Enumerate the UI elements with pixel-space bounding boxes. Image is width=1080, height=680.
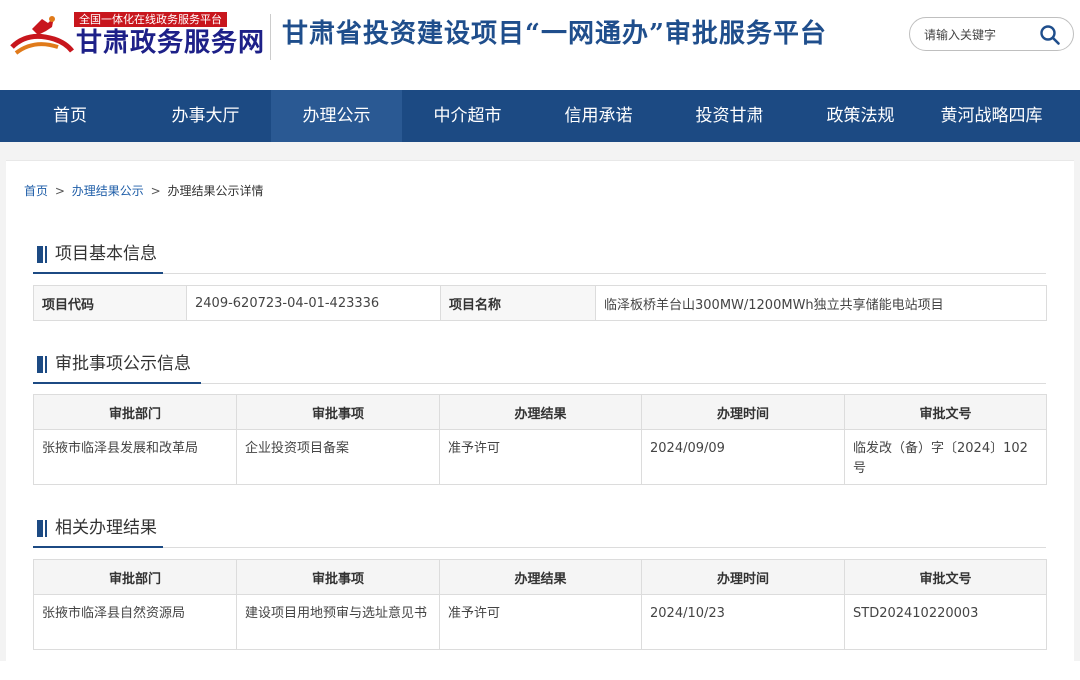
column-header: 审批部门	[33, 559, 237, 595]
section-marker-icon	[45, 356, 47, 373]
project-name-value: 临泽板桥羊台山300MW/1200MWh独立共享储能电站项目	[595, 285, 1047, 321]
table-header-row: 审批部门 审批事项 办理结果 办理时间 审批文号	[33, 394, 1047, 430]
section-underline	[33, 546, 163, 548]
column-header: 办理结果	[439, 394, 642, 430]
table-row: 张掖市临泽县自然资源局 建设项目用地预审与选址意见书 准予许可 2024/10/…	[33, 594, 1047, 650]
logo-name[interactable]: 甘肃政务服务网	[76, 28, 265, 58]
column-header: 审批事项	[236, 559, 440, 595]
section-title-text: 相关办理结果	[55, 518, 157, 538]
project-name-label: 项目名称	[440, 285, 596, 321]
column-header: 审批部门	[33, 394, 237, 430]
column-header: 审批事项	[236, 394, 440, 430]
cell-result: 准予许可	[439, 429, 642, 485]
breadcrumb-separator: >	[54, 184, 65, 198]
cell-doc-number: 临发改（备）字〔2024〕102号	[844, 429, 1047, 485]
section-title-related: 相关办理结果	[33, 516, 157, 548]
section-title-text: 项目基本信息	[55, 244, 157, 264]
nav-item-agency-market[interactable]: 中介超市	[402, 90, 533, 142]
nav-item-yellow-river[interactable]: 黄河战略四库	[926, 90, 1057, 142]
search-box	[909, 17, 1074, 51]
cell-item: 建设项目用地预审与选址意见书	[236, 594, 440, 650]
section-marker-icon	[37, 520, 43, 537]
section-marker-icon	[45, 520, 47, 537]
column-header: 办理时间	[641, 394, 845, 430]
table-header-row: 审批部门 审批事项 办理结果 办理时间 审批文号	[33, 559, 1047, 595]
approval-table: 审批部门 审批事项 办理结果 办理时间 审批文号 张掖市临泽县发展和改革局 企业…	[33, 394, 1047, 485]
gansu-logo-icon[interactable]	[8, 9, 76, 61]
project-info-table: 项目代码 2409-620723-04-01-423336 项目名称 临泽板桥羊…	[33, 285, 1047, 321]
section-divider	[33, 273, 1046, 274]
section-underline	[33, 382, 201, 384]
related-results-table: 审批部门 审批事项 办理结果 办理时间 审批文号 张掖市临泽县自然资源局 建设项…	[33, 559, 1047, 650]
logo-badge: 全国一体化在线政务服务平台	[74, 12, 227, 27]
section-marker-icon	[37, 356, 43, 373]
cell-time: 2024/09/09	[641, 429, 845, 485]
project-code-value: 2409-620723-04-01-423336	[186, 285, 441, 321]
breadcrumb-home[interactable]: 首页	[24, 184, 48, 198]
nav-item-publicity[interactable]: 办理公示	[271, 90, 402, 142]
section-divider	[33, 547, 1046, 548]
section-title-basic: 项目基本信息	[33, 242, 157, 274]
main-nav: 首页 办事大厅 办理公示 中介超市 信用承诺 投资甘肃 政策法规 黄河战略四库	[0, 90, 1080, 142]
nav-item-credit[interactable]: 信用承诺	[533, 90, 664, 142]
page-background	[0, 142, 1080, 160]
nav-item-service-hall[interactable]: 办事大厅	[140, 90, 271, 142]
column-header: 办理结果	[439, 559, 642, 595]
breadcrumb-result-list[interactable]: 办理结果公示	[72, 184, 144, 198]
table-row: 张掖市临泽县发展和改革局 企业投资项目备案 准予许可 2024/09/09 临发…	[33, 429, 1047, 485]
cell-time: 2024/10/23	[641, 594, 845, 650]
search-icon[interactable]	[1038, 23, 1062, 47]
section-marker-icon	[37, 246, 43, 263]
section-title-text: 审批事项公示信息	[55, 354, 191, 374]
section-underline	[33, 272, 163, 274]
site-header: 全国一体化在线政务服务平台 甘肃政务服务网 甘肃省投资建设项目“一网通办”审批服…	[0, 0, 1080, 90]
breadcrumb: 首页 > 办理结果公示 > 办理结果公示详情	[24, 182, 263, 199]
header-divider	[270, 14, 271, 60]
section-title-approval: 审批事项公示信息	[33, 352, 191, 384]
cell-item: 企业投资项目备案	[236, 429, 440, 485]
search-input[interactable]	[924, 25, 1034, 45]
cell-department: 张掖市临泽县发展和改革局	[33, 429, 237, 485]
nav-item-invest[interactable]: 投资甘肃	[664, 90, 795, 142]
cell-doc-number: STD202410220003	[844, 594, 1047, 650]
project-code-label: 项目代码	[33, 285, 187, 321]
cell-department: 张掖市临泽县自然资源局	[33, 594, 237, 650]
nav-item-home[interactable]: 首页	[0, 90, 140, 142]
table-row: 项目代码 2409-620723-04-01-423336 项目名称 临泽板桥羊…	[33, 285, 1047, 321]
nav-item-policy[interactable]: 政策法规	[795, 90, 926, 142]
site-title: 甘肃省投资建设项目“一网通办”审批服务平台	[282, 19, 827, 49]
column-header: 审批文号	[844, 394, 1047, 430]
page-background-right	[1074, 142, 1080, 661]
breadcrumb-separator: >	[150, 184, 161, 198]
column-header: 审批文号	[844, 559, 1047, 595]
breadcrumb-current: 办理结果公示详情	[167, 184, 264, 198]
cell-result: 准予许可	[439, 594, 642, 650]
section-marker-icon	[45, 246, 47, 263]
column-header: 办理时间	[641, 559, 845, 595]
